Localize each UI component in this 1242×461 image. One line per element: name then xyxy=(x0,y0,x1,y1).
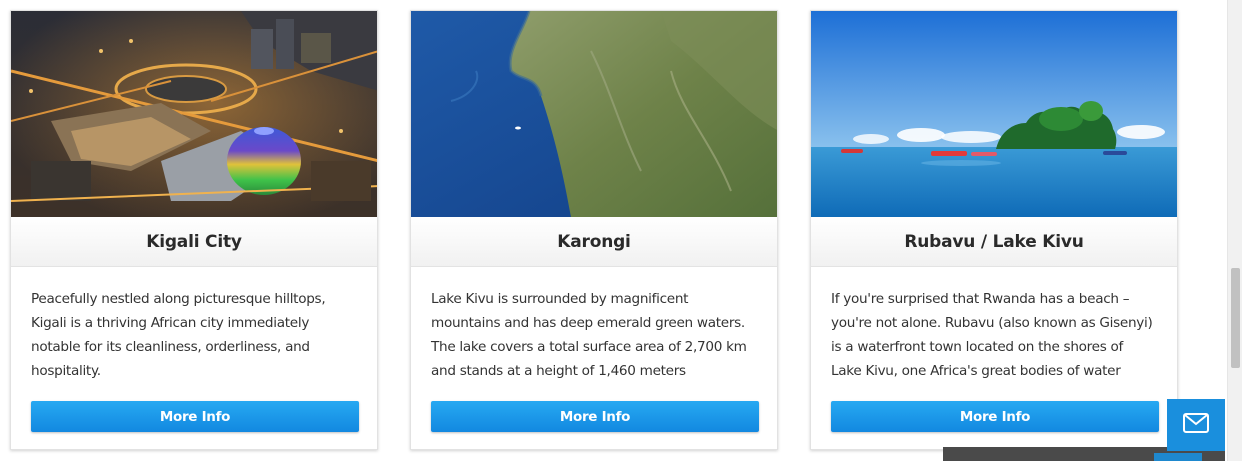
karongi-image[interactable] xyxy=(411,11,777,217)
scrollbar-thumb[interactable] xyxy=(1231,268,1240,368)
envelope-icon xyxy=(1183,412,1209,438)
card-title: Karongi xyxy=(411,217,777,267)
kigali-city-image[interactable] xyxy=(11,11,377,217)
card-title: Rubavu / Lake Kivu xyxy=(811,217,1177,267)
chat-bar-accent xyxy=(1154,453,1202,461)
contact-mail-button[interactable] xyxy=(1167,399,1225,451)
destination-card-kigali: Kigali City Peacefully nestled along pic… xyxy=(10,10,378,450)
more-info-button[interactable]: More Info xyxy=(831,401,1159,432)
page-scrollbar[interactable] xyxy=(1227,0,1242,461)
card-title: Kigali City xyxy=(11,217,377,267)
destination-card-rubavu: Rubavu / Lake Kivu If you're surprised t… xyxy=(810,10,1178,450)
rubavu-lake-kivu-image[interactable] xyxy=(811,11,1177,217)
card-description: If you're surprised that Rwanda has a be… xyxy=(831,291,1153,379)
card-description: Peacefully nestled along picturesque hil… xyxy=(31,291,326,379)
card-description: Lake Kivu is surrounded by magnificent m… xyxy=(431,291,747,379)
more-info-button[interactable]: More Info xyxy=(431,401,759,432)
destination-card-karongi: Karongi Lake Kivu is surrounded by magni… xyxy=(410,10,778,450)
more-info-button[interactable]: More Info xyxy=(31,401,359,432)
